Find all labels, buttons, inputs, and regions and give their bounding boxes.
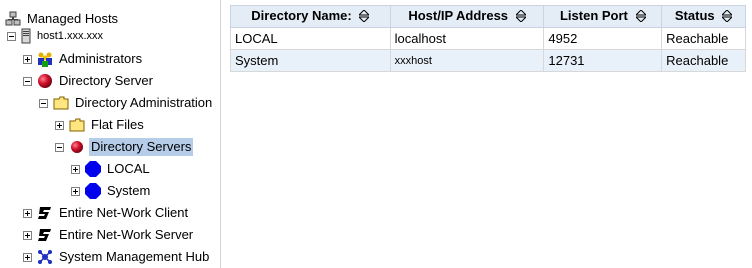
tree-node-system[interactable]: System xyxy=(71,181,152,201)
expand-icon[interactable] xyxy=(71,164,80,174)
column-header-label: Listen Port xyxy=(559,8,628,24)
table-header-row: Directory Name: Host/IP Address Listen P… xyxy=(230,5,746,28)
tree-label: Administrators xyxy=(59,51,143,66)
column-header-directory-name[interactable]: Directory Name: xyxy=(230,5,391,28)
expand-icon[interactable] xyxy=(71,186,80,196)
cell-port: 12731 xyxy=(543,49,663,72)
server-icon xyxy=(21,28,31,44)
expand-icon[interactable] xyxy=(23,208,32,218)
hub-icon xyxy=(37,249,53,265)
cell-host: localhost xyxy=(389,27,545,50)
cell-status: Reachable xyxy=(661,49,746,72)
cell-directory-name: System xyxy=(230,49,391,72)
collapse-icon[interactable] xyxy=(55,142,64,152)
entire-network-icon xyxy=(37,205,53,221)
expand-icon[interactable] xyxy=(23,230,32,240)
tree-label: System Management Hub xyxy=(59,249,210,264)
blue-octagon-icon xyxy=(85,161,101,177)
tree-label-selected: Directory Servers xyxy=(89,138,194,156)
tree-node-entire-network-client[interactable]: Entire Net-Work Client xyxy=(23,203,190,223)
collapse-icon[interactable] xyxy=(39,98,48,108)
tree-label: System xyxy=(107,183,151,198)
cell-host: xxxhost xyxy=(389,49,545,72)
column-header-host-ip[interactable]: Host/IP Address xyxy=(389,5,545,28)
collapse-icon[interactable] xyxy=(23,76,32,86)
tree-label: host1.xxx.xxx xyxy=(37,30,104,42)
sort-icon[interactable] xyxy=(721,8,734,25)
cell-directory-name: LOCAL xyxy=(230,27,391,50)
sort-icon[interactable] xyxy=(358,8,371,25)
managed-hosts-icon xyxy=(5,11,21,27)
column-header-label: Status xyxy=(674,8,715,24)
cell-port: 4952 xyxy=(543,27,663,50)
tree-node-system-management-hub[interactable]: System Management Hub xyxy=(23,247,211,267)
table-row[interactable]: LOCAL localhost 4952 Reachable xyxy=(230,27,746,50)
tree-label: Flat Files xyxy=(91,117,144,132)
expand-icon[interactable] xyxy=(55,120,64,130)
tree-node-flat-files[interactable]: Flat Files xyxy=(55,115,146,135)
tree-node-local[interactable]: LOCAL xyxy=(71,159,152,179)
column-header-label: Host/IP Address xyxy=(408,8,509,24)
cell-status: Reachable xyxy=(661,27,746,50)
sort-icon[interactable] xyxy=(634,8,647,25)
folder-icon xyxy=(53,95,69,111)
red-sphere-icon xyxy=(69,139,85,155)
red-sphere-icon xyxy=(37,73,53,89)
expand-icon[interactable] xyxy=(23,252,32,262)
table-row[interactable]: System xxxhost 12731 Reachable xyxy=(230,49,746,72)
column-header-label: Directory Name: xyxy=(251,8,352,24)
expand-icon[interactable] xyxy=(23,54,32,64)
navigation-tree: Managed Hosts host1.xxx.xxx Administrato… xyxy=(0,0,220,268)
tree-node-entire-network-server[interactable]: Entire Net-Work Server xyxy=(23,225,195,245)
tree-label: Directory Administration xyxy=(75,95,213,110)
tree-label: Directory Server xyxy=(59,73,153,88)
collapse-icon[interactable] xyxy=(7,31,16,41)
entire-network-icon xyxy=(37,227,53,243)
column-header-status[interactable]: Status xyxy=(661,5,746,28)
tree-label: Entire Net-Work Client xyxy=(59,205,189,220)
folder-icon xyxy=(69,117,85,133)
tree-node-host[interactable]: host1.xxx.xxx xyxy=(7,26,105,46)
sort-icon[interactable] xyxy=(514,8,527,25)
column-header-listen-port[interactable]: Listen Port xyxy=(543,5,663,28)
blue-octagon-icon xyxy=(85,183,101,199)
tree-node-administrators[interactable]: Administrators xyxy=(23,49,144,69)
directory-servers-table: Directory Name: Host/IP Address Listen P… xyxy=(230,5,746,72)
pane-divider[interactable] xyxy=(220,0,221,268)
tree-label: Entire Net-Work Server xyxy=(59,227,194,242)
tree-node-directory-servers[interactable]: Directory Servers xyxy=(55,137,194,157)
tree-node-directory-administration[interactable]: Directory Administration xyxy=(39,93,214,113)
tree-label: LOCAL xyxy=(107,161,150,176)
tree-node-directory-server[interactable]: Directory Server xyxy=(23,71,155,91)
users-icon xyxy=(37,51,53,67)
